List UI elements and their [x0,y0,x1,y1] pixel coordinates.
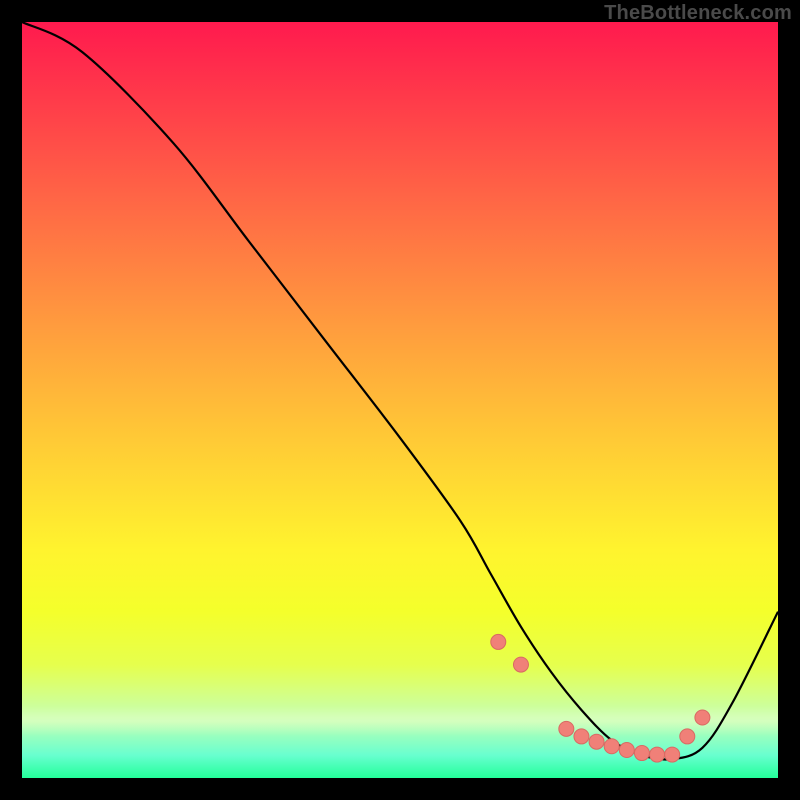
curve-svg [22,22,778,778]
minimum-dot [695,710,710,725]
bottleneck-curve [22,22,778,759]
minimum-dot [619,743,634,758]
minimum-dot [574,729,589,744]
minimum-dot [589,734,604,749]
minimum-dot [680,729,695,744]
minimum-dot [513,657,528,672]
minimum-dots [491,634,710,762]
plot-area [22,22,778,778]
minimum-dot [559,721,574,736]
minimum-dot [604,739,619,754]
minimum-dot [491,634,506,649]
chart-frame: TheBottleneck.com [0,0,800,800]
minimum-dot [665,747,680,762]
watermark-text: TheBottleneck.com [604,2,792,25]
minimum-dot [634,746,649,761]
minimum-dot [650,747,665,762]
